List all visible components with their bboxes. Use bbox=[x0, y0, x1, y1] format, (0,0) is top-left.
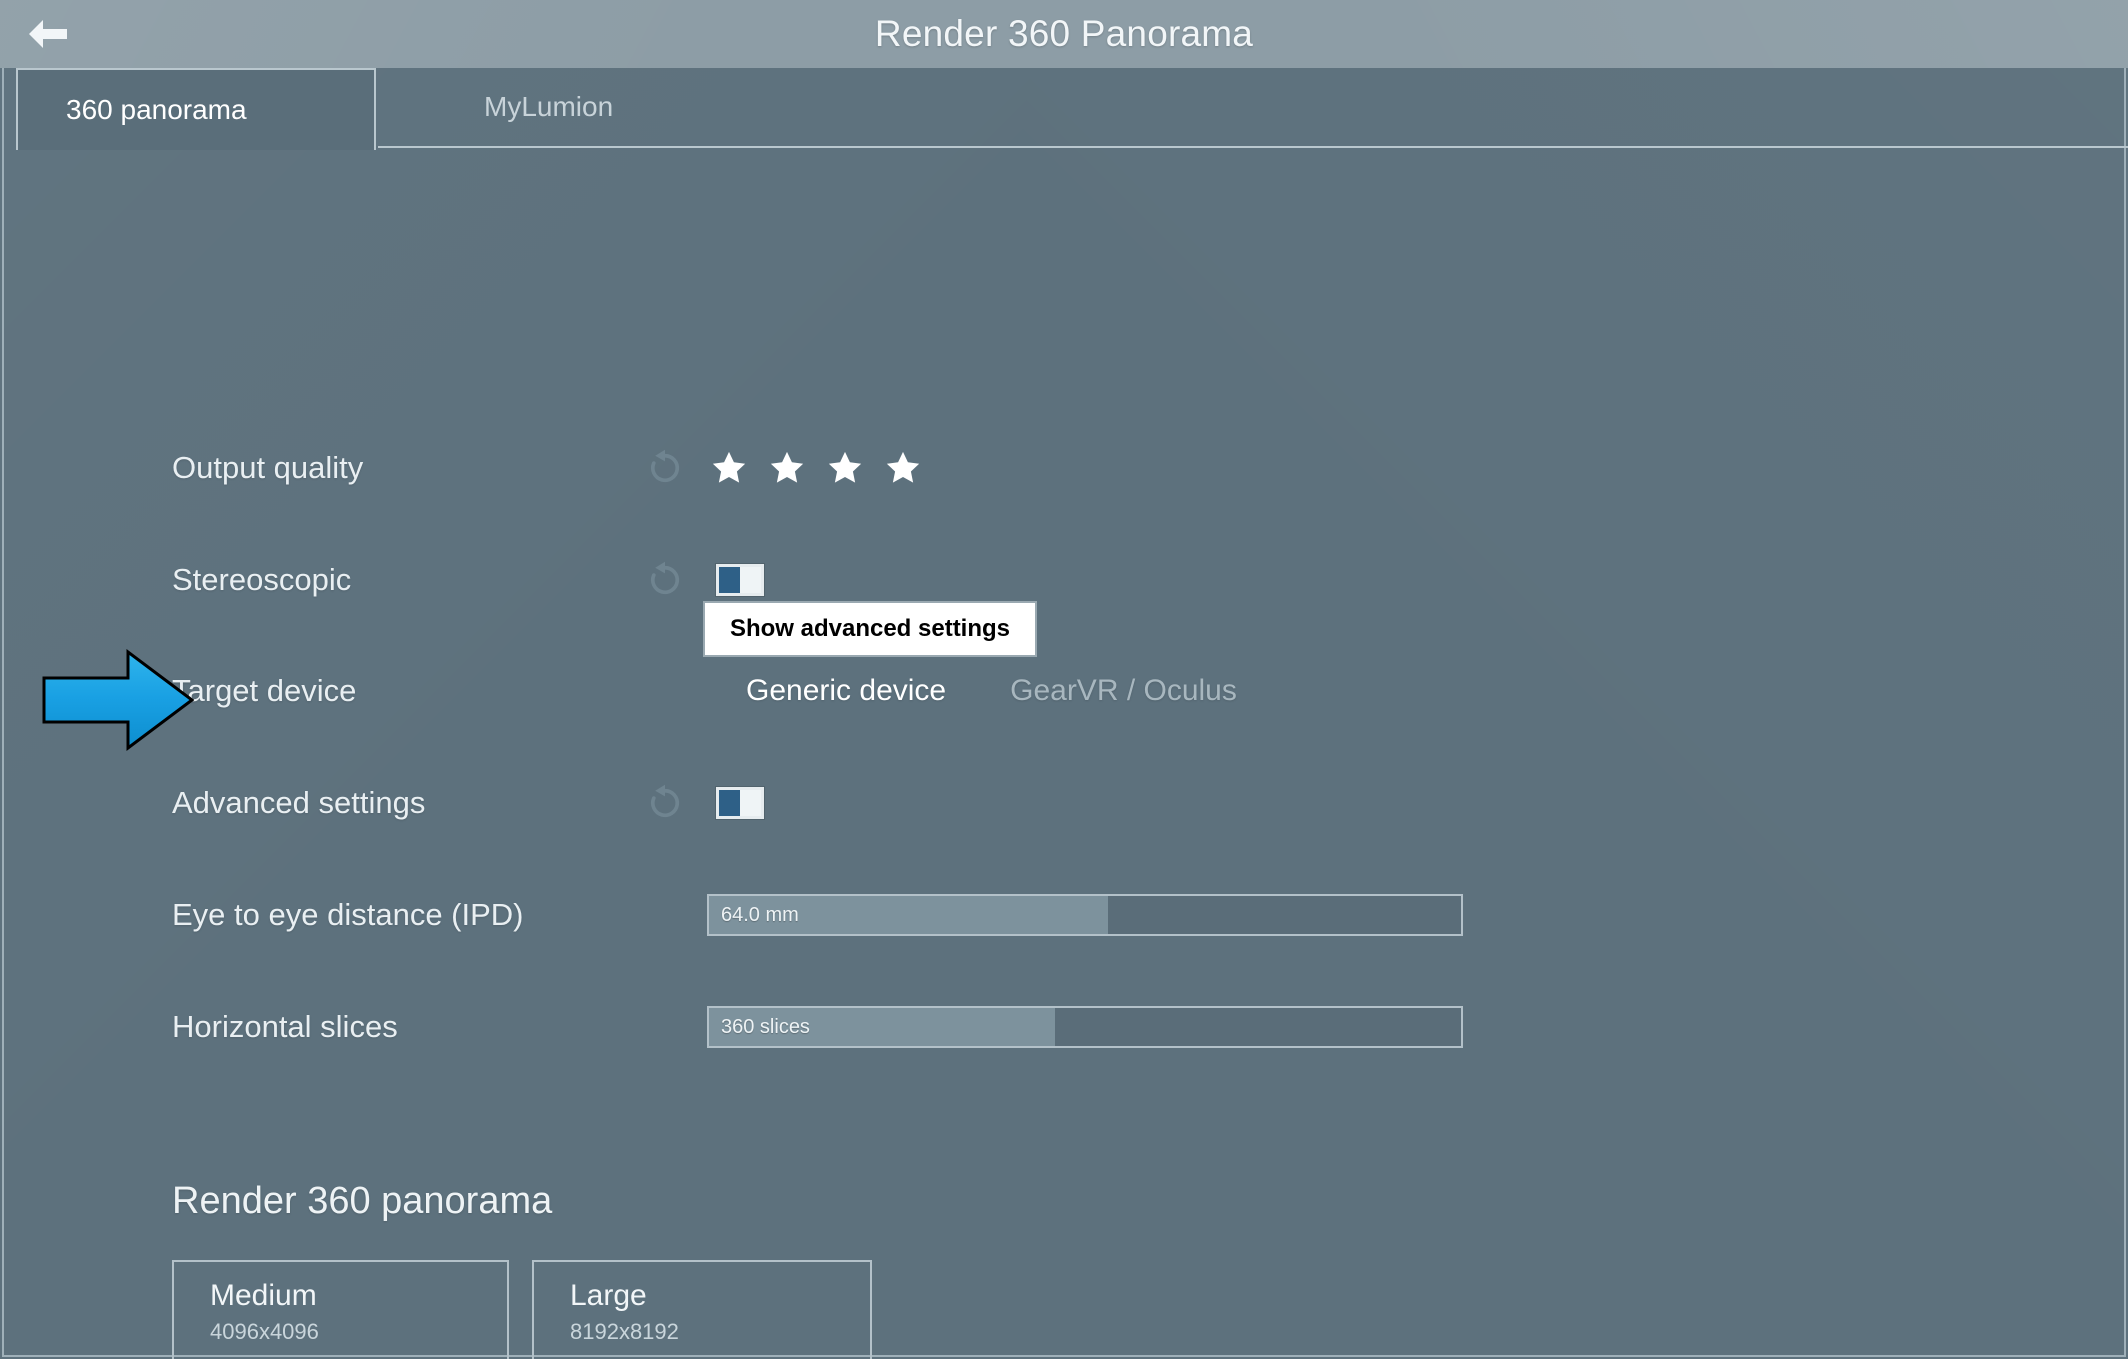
target-device-segmented: Generic device GearVR / Oculus bbox=[746, 674, 1237, 708]
stereoscopic-toggle[interactable] bbox=[716, 564, 764, 596]
tab-bar: 360 panorama MyLumion bbox=[4, 68, 2128, 150]
output-quality-stars[interactable] bbox=[710, 449, 922, 487]
toggle-track bbox=[719, 790, 740, 816]
ipd-control: 64.0 mm bbox=[707, 887, 1463, 943]
render-button-resolution: 8192x8192 bbox=[570, 1319, 679, 1344]
star-icon[interactable] bbox=[884, 449, 922, 487]
tab-mylumion[interactable]: MyLumion bbox=[378, 68, 2128, 148]
horizontal-slices-control: 360 slices bbox=[707, 999, 1463, 1055]
render-button-title: Large bbox=[570, 1279, 647, 1312]
output-quality-label: Output quality bbox=[172, 450, 364, 485]
star-icon[interactable] bbox=[768, 449, 806, 487]
render-button-large[interactable]: Large 8192x8192 bbox=[532, 1260, 872, 1359]
reset-icon[interactable] bbox=[644, 447, 686, 489]
row-target-device: Target device Generic device GearVR / Oc… bbox=[4, 663, 2124, 719]
render-button-resolution: 4096x4096 bbox=[210, 1319, 319, 1344]
target-device-control: Generic device GearVR / Oculus bbox=[746, 663, 1237, 719]
star-icon[interactable] bbox=[710, 449, 748, 487]
advanced-settings-label: Advanced settings bbox=[172, 785, 426, 820]
advanced-settings-control bbox=[644, 775, 764, 831]
row-advanced-settings: Advanced settings bbox=[4, 775, 2124, 831]
tab-label: 360 panorama bbox=[66, 94, 247, 125]
tooltip-show-advanced-settings: Show advanced settings bbox=[703, 601, 1037, 657]
target-device-option-gearvr[interactable]: GearVR / Oculus bbox=[1010, 674, 1237, 708]
ipd-label: Eye to eye distance (IPD) bbox=[172, 897, 524, 932]
main-panel: 360 panorama MyLumion Output quality Ste… bbox=[2, 68, 2128, 1359]
horizontal-slices-slider-value: 360 slices bbox=[721, 1015, 810, 1038]
stereoscopic-label: Stereoscopic bbox=[172, 562, 352, 597]
toggle-knob bbox=[740, 567, 761, 593]
reset-icon[interactable] bbox=[644, 782, 686, 824]
toggle-knob bbox=[740, 790, 761, 816]
render-button-medium[interactable]: Medium 4096x4096 bbox=[172, 1260, 509, 1359]
reset-icon[interactable] bbox=[644, 559, 686, 601]
horizontal-slices-slider[interactable]: 360 slices bbox=[707, 1006, 1463, 1048]
page-title: Render 360 Panorama bbox=[874, 13, 1254, 54]
render-button-title: Medium bbox=[210, 1279, 317, 1312]
horizontal-slices-label: Horizontal slices bbox=[172, 1009, 398, 1044]
output-quality-control bbox=[644, 440, 922, 496]
star-icon[interactable] bbox=[826, 449, 864, 487]
stereoscopic-control bbox=[644, 552, 764, 608]
render-360-panorama-window: Render 360 Panorama 360 panorama MyLumio… bbox=[0, 0, 2128, 1359]
render-section-title: Render 360 panorama bbox=[172, 1180, 553, 1222]
ipd-slider-value: 64.0 mm bbox=[721, 903, 799, 926]
row-ipd: Eye to eye distance (IPD) 64.0 mm bbox=[4, 887, 2124, 943]
target-device-option-generic[interactable]: Generic device bbox=[746, 674, 946, 708]
tab-360-panorama[interactable]: 360 panorama bbox=[16, 68, 376, 150]
settings-content: Output quality Stereoscopic Target devic… bbox=[4, 150, 2124, 1359]
row-stereoscopic: Stereoscopic bbox=[4, 552, 2124, 608]
tab-label: MyLumion bbox=[484, 91, 614, 122]
window-header: Render 360 Panorama bbox=[0, 0, 2128, 68]
row-output-quality: Output quality bbox=[4, 440, 2124, 496]
tooltip-text: Show advanced settings bbox=[729, 615, 1011, 642]
row-horizontal-slices: Horizontal slices 360 slices bbox=[4, 999, 2124, 1055]
target-device-label: Target device bbox=[172, 673, 357, 708]
ipd-slider[interactable]: 64.0 mm bbox=[707, 894, 1463, 936]
advanced-settings-toggle[interactable] bbox=[716, 787, 764, 819]
toggle-track bbox=[719, 567, 740, 593]
